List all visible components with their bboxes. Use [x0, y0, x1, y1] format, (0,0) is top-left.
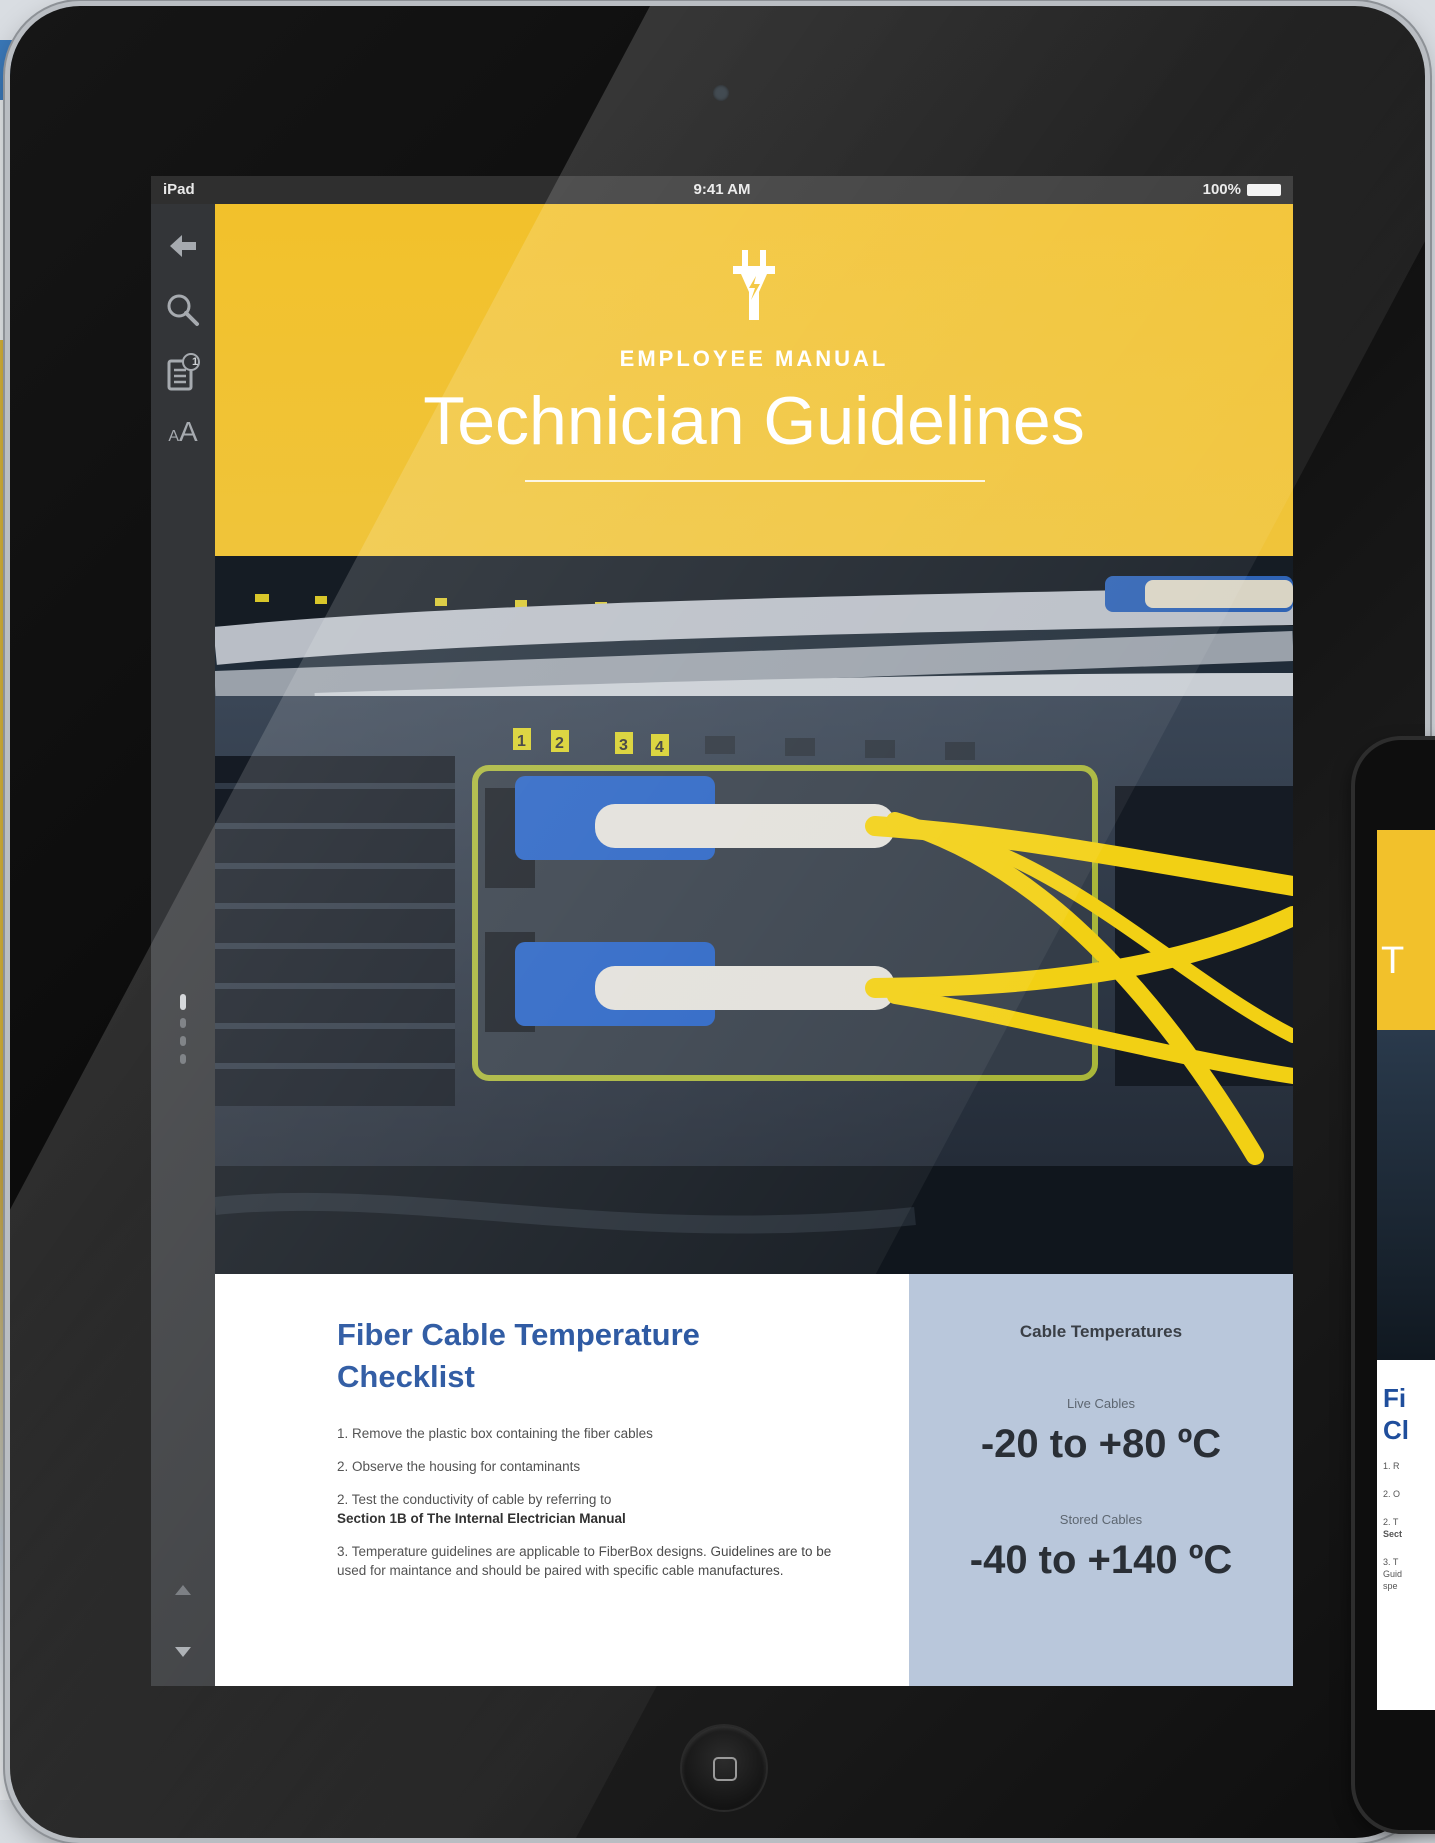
manual-reference: Section 1B of The Internal Electrician M… [337, 1511, 626, 1526]
checklist-item: 2. Test the conductivity of cable by ref… [337, 1490, 857, 1528]
phone-list-item: 2. T [1383, 1517, 1399, 1527]
text-size-large-label: A [178, 416, 198, 447]
document-page: EMPLOYEE MANUAL Technician Guidelines 1 … [215, 204, 1293, 1686]
ipad-device: iPad 9:41 AM 100% 1 AA EMPLOYEE MANUAL T… [10, 6, 1425, 1838]
phone-title-line: Fi [1383, 1383, 1407, 1413]
port-label: 4 [655, 739, 664, 756]
port-label: 1 [517, 733, 526, 750]
battery-indicator: 100% [1203, 181, 1281, 198]
home-button[interactable] [682, 1726, 766, 1810]
back-button[interactable] [161, 224, 205, 268]
page-dot [180, 1054, 186, 1064]
status-bar: iPad 9:41 AM 100% [151, 176, 1293, 204]
search-icon [167, 294, 199, 326]
page-down-button[interactable] [161, 1630, 205, 1674]
front-camera [713, 85, 729, 101]
phone-list-item: 2. O [1383, 1489, 1401, 1499]
phone-list-item: Sect [1383, 1529, 1403, 1539]
stored-cables-value: -40 to +140 ºC [969, 1538, 1233, 1582]
notes-badge: 1 [192, 356, 199, 368]
checklist-section: Fiber Cable Temperature Checklist 1. Rem… [215, 1274, 909, 1686]
search-button[interactable] [161, 288, 205, 332]
page-title: Technician Guidelines [423, 383, 1085, 459]
checklist-list: 1. Remove the plastic box containing the… [337, 1424, 857, 1594]
checklist-item: 2. Observe the housing for contaminants [337, 1459, 581, 1474]
phone-title-fragment: T [1381, 940, 1405, 982]
phone-checklist-title: Fi Cl [1383, 1382, 1409, 1446]
phone-checklist-list: 1. R 2. O 2. T Sect 3. T Guid spe [1383, 1460, 1402, 1592]
phone-photo [1377, 1030, 1435, 1360]
phone-hero: T [1377, 830, 1435, 1030]
phone-list-item: 1. R [1383, 1461, 1400, 1471]
phone-title-line: Cl [1383, 1415, 1409, 1445]
home-square-icon [713, 1757, 737, 1781]
text-size-button[interactable]: AA [161, 410, 205, 454]
fiber-cable-image: 1 2 3 4 [215, 556, 1293, 1274]
page-up-button[interactable] [161, 1568, 205, 1612]
checklist-title: Fiber Cable Temperature Checklist [337, 1317, 700, 1394]
phone-list-item: spe [1383, 1581, 1398, 1591]
phone-content: Fi Cl 1. R 2. O 2. T Sect 3. T Guid spe [1377, 1360, 1435, 1710]
stored-cables-label: Stored Cables [1059, 1512, 1143, 1527]
page-dot-current [180, 994, 186, 1010]
phone-list-item: Guid [1383, 1569, 1403, 1579]
fiber-cable-photo: 1 2 3 4 [215, 556, 1293, 1274]
phone-device: T Fi Cl 1. R 2. O 2. T Sect 3. T Guid sp… [1355, 740, 1435, 1830]
checklist-item-text: 2. Test the conductivity of cable by ref… [337, 1492, 612, 1507]
phone-list-item: 3. T [1383, 1557, 1399, 1567]
reader-sidebar: 1 AA [151, 204, 215, 1686]
page-dot [180, 1036, 186, 1046]
ipad-screen: iPad 9:41 AM 100% 1 AA EMPLOYEE MANUAL T… [151, 176, 1293, 1686]
temperature-heading: Cable Temperatures [1019, 1322, 1183, 1341]
manual-eyebrow: EMPLOYEE MANUAL [619, 346, 889, 371]
page-dot [180, 1018, 186, 1028]
checklist-item: 1. Remove the plastic box containing the… [337, 1426, 653, 1441]
hero-banner: EMPLOYEE MANUAL Technician Guidelines [215, 204, 1293, 556]
triangle-down-icon [175, 1647, 191, 1657]
temperature-panel: Cable Temperatures Live Cables -20 to +8… [909, 1274, 1293, 1686]
battery-icon [1247, 183, 1281, 196]
notes-button[interactable]: 1 [161, 350, 205, 394]
status-time: 9:41 AM [693, 181, 751, 198]
arrow-left-icon [170, 235, 196, 257]
checklist-item: 3. Temperature guidelines are applicable… [337, 1544, 832, 1578]
phone-screen: T Fi Cl 1. R 2. O 2. T Sect 3. T Guid sp… [1377, 830, 1435, 1710]
live-cables-label: Live Cables [1067, 1396, 1135, 1411]
text-size-icon: AA [168, 416, 197, 448]
title-divider [525, 480, 985, 482]
triangle-up-icon [175, 1585, 191, 1595]
port-label: 3 [619, 737, 628, 754]
plug-icon [733, 250, 775, 320]
live-cables-value: -20 to +80 ºC [980, 1422, 1222, 1466]
battery-percent: 100% [1202, 181, 1241, 198]
page-indicator [180, 994, 186, 1072]
port-label: 2 [555, 735, 564, 752]
text-size-small-label: A [168, 428, 179, 445]
